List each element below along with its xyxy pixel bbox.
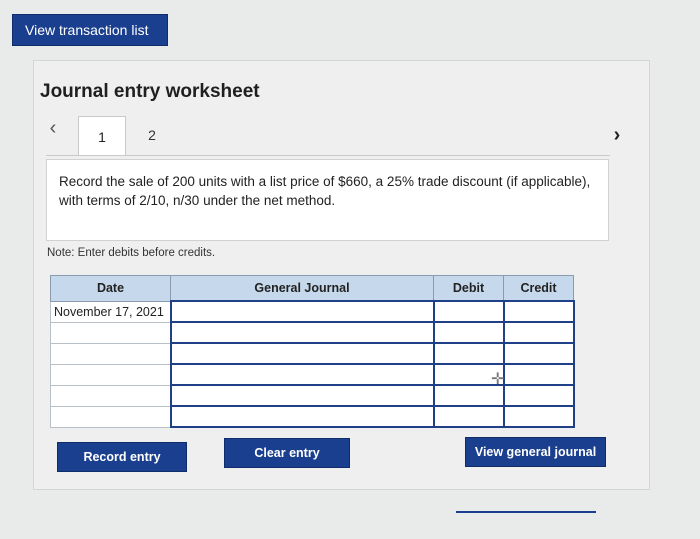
view-transaction-list-button[interactable]: View transaction list — [12, 14, 168, 46]
credit-input[interactable] — [502, 363, 575, 386]
tab-2[interactable]: 2 — [128, 116, 176, 154]
account-input[interactable] — [169, 384, 435, 407]
debit-input[interactable] — [432, 405, 505, 428]
table-row — [50, 384, 575, 407]
credit-header: Credit — [503, 275, 574, 302]
account-input[interactable] — [169, 300, 435, 323]
view-general-journal-button[interactable]: View general journal — [465, 437, 606, 467]
instruction-text: Record the sale of 200 units with a list… — [59, 174, 591, 208]
date-cell[interactable] — [50, 321, 171, 344]
clear-entry-button[interactable]: Clear entry — [224, 438, 350, 468]
chevron-right-icon[interactable]: › — [607, 125, 627, 145]
account-input[interactable] — [169, 321, 435, 344]
credit-input[interactable] — [502, 321, 575, 344]
page-title: Journal entry worksheet — [40, 81, 260, 102]
debit-input[interactable] — [432, 342, 505, 365]
credit-input[interactable] — [502, 300, 575, 323]
date-cell[interactable] — [50, 342, 171, 365]
table-row — [50, 321, 575, 344]
credit-input[interactable] — [502, 384, 575, 407]
table-row — [50, 342, 575, 365]
record-entry-button[interactable]: Record entry — [57, 442, 187, 472]
date-cell[interactable] — [50, 384, 171, 407]
debit-input[interactable] — [432, 300, 505, 323]
underline-divider — [456, 511, 596, 513]
tab-1[interactable]: 1 — [78, 116, 126, 156]
credit-input[interactable] — [502, 342, 575, 365]
date-cell[interactable] — [50, 405, 171, 428]
account-input[interactable] — [169, 363, 435, 386]
journal-table: Date General Journal Debit Credit Novemb… — [50, 275, 575, 428]
date-cell[interactable]: November 17, 2021 — [50, 300, 171, 323]
general-journal-header: General Journal — [170, 275, 434, 302]
debit-input[interactable] — [432, 384, 505, 407]
account-input[interactable] — [169, 405, 435, 428]
move-cursor-icon: ✛ — [491, 371, 505, 388]
credit-input[interactable] — [502, 405, 575, 428]
instruction-box: Record the sale of 200 units with a list… — [46, 159, 609, 241]
debit-header: Debit — [433, 275, 504, 302]
tab-divider — [46, 155, 610, 156]
date-header: Date — [50, 275, 171, 302]
note-text: Note: Enter debits before credits. — [47, 247, 216, 259]
chevron-left-icon[interactable]: ‹ — [43, 118, 63, 138]
date-cell[interactable] — [50, 363, 171, 386]
table-row — [50, 405, 575, 428]
debit-input[interactable] — [432, 321, 505, 344]
account-input[interactable] — [169, 342, 435, 365]
table-row: November 17, 2021 — [50, 300, 575, 323]
table-header-row: Date General Journal Debit Credit — [50, 275, 574, 302]
